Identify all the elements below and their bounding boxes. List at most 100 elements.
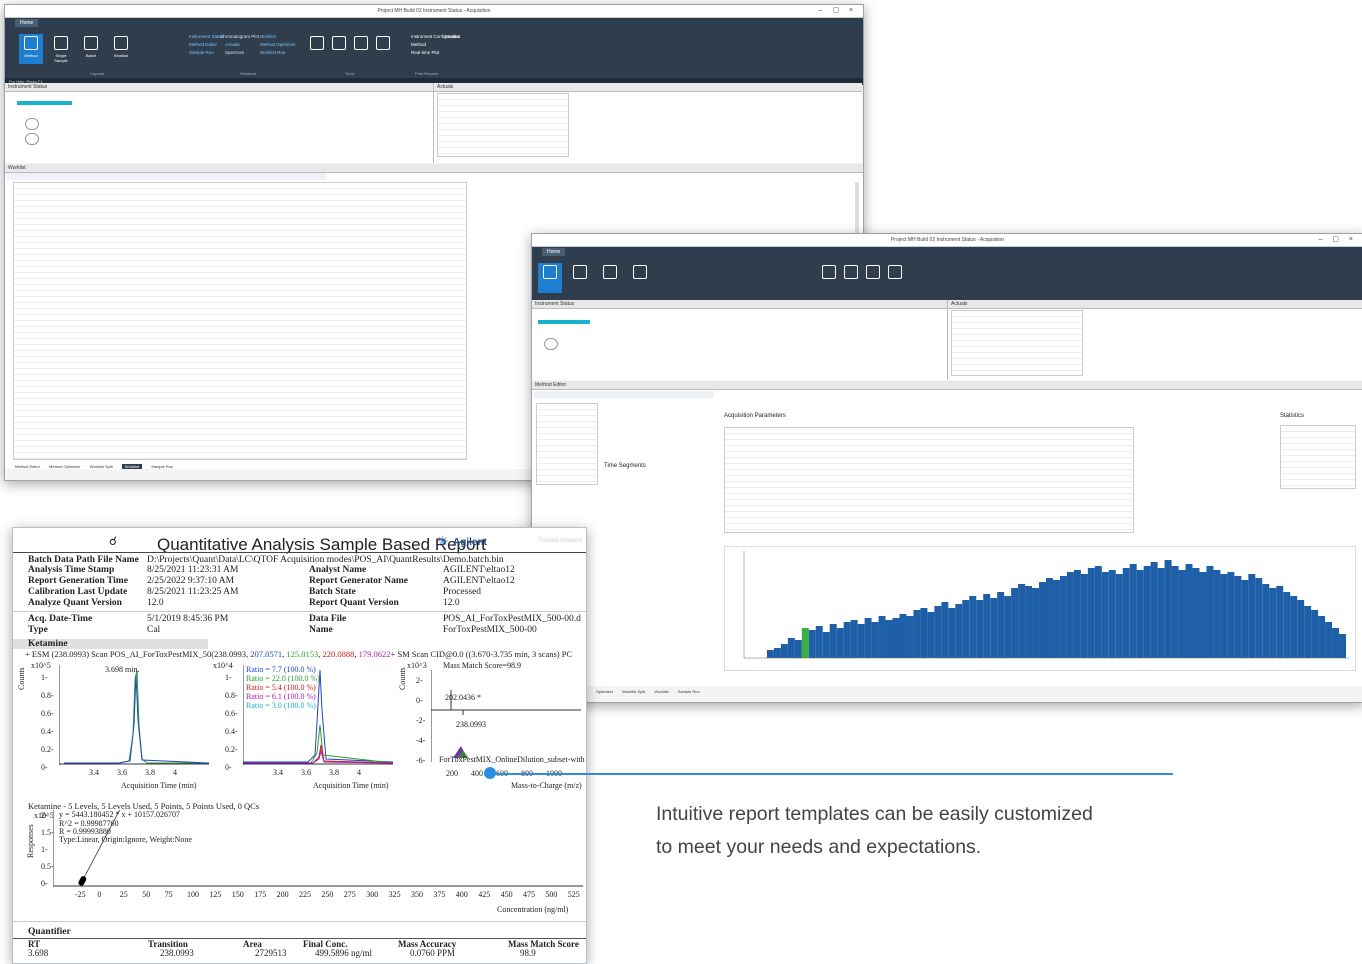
link-method-optimizer[interactable]: Method Optimizer [260,42,296,47]
link-method[interactable]: Method [411,42,426,47]
chrom2-y-tick: 1- [225,673,232,682]
histogram-bar [934,606,942,658]
histogram-bar [1192,568,1200,658]
histogram-bar [1332,628,1340,658]
cal-x-tick: 0 [97,890,102,899]
device-config-button[interactable] [327,34,351,64]
callout-dot [484,767,496,779]
histogram-bar [815,626,823,658]
datafile-key: Data File [309,614,347,624]
method-button-2[interactable] [538,263,562,293]
report-gen-time-value: 2/25/2022 9:37:10 AM [147,576,235,586]
ratio-label: Ratio = 7.7 (100.0 %) [246,665,316,674]
link-realtime-plot[interactable]: Real-time Plot [411,50,439,55]
link-monitor[interactable]: Monitor [445,34,460,39]
analysis-time-key: Analysis Time Stamp [28,565,115,575]
method-icon [24,36,38,50]
single-sample-button[interactable]: Single Sample [49,34,73,64]
tab-worklist-split[interactable]: Worklist Split [90,464,113,469]
single-sample-button-2[interactable] [568,263,592,293]
tab-sample-run[interactable]: Sample Run [151,464,173,469]
worklist-button[interactable]: Worklist [109,34,133,64]
worklist-button-2[interactable] [628,263,652,293]
title-rule [13,552,586,553]
instrument-status-header-2: Instrument Status [532,300,947,309]
instrument-status-panel-2: Instrument Status [532,300,948,380]
histogram-bar [1052,580,1060,658]
link-worklist-run[interactable]: Worklist Run [260,50,285,55]
audit-trail-button[interactable] [371,34,395,64]
chromatogram-1 [59,665,209,765]
link-spectrum[interactable]: Spectrum [225,50,244,55]
header-rule [13,611,586,612]
link-actuals[interactable]: Actuals [225,42,240,47]
spec-tag: ForToxPestMIX_OnlineDilution_subset-with [439,755,585,764]
histogram-bar [780,644,788,658]
link-worklist[interactable]: Worklist [260,34,276,39]
tab2-worklist[interactable]: Worklist [654,689,668,694]
type-value: Cal [147,625,161,635]
group-layouts: Layouts [90,71,105,76]
window-controls[interactable]: – ▢ × [819,5,857,17]
instrument-status-bar [17,101,72,105]
histogram-bar [864,618,872,658]
chrom1-x-tick: 3.4 [89,768,99,777]
spec-x-tick: 400 [471,769,483,778]
tab2-optimizer[interactable]: Optimizer [596,689,613,694]
tab-method-editor[interactable]: Method Editor [15,464,40,469]
cal-x-tick: 225 [299,890,311,899]
link-method-editor[interactable]: Method Editor [189,42,217,47]
method-icon-2 [543,265,557,279]
single-sample-label: Single Sample [54,53,68,63]
histogram-bar [1101,572,1109,658]
chrom1-peak-label: 3.698 min. [105,665,140,674]
tab2-sample-run[interactable]: Sample Run [678,689,700,694]
tab2-worklist-split[interactable]: Worklist Split [622,689,645,694]
histogram-bar [955,604,963,658]
cal-x-tick: 375 [433,890,446,899]
chrom1-exponent: x10^5 [31,661,51,670]
datafile-value: POS_AI_ForToxPestMIX_500-00.d [443,614,581,624]
chrom2-y-tick: 0- [225,763,232,772]
quant-cell: 3.698 [28,948,49,958]
caption: Intuitive report templates can be easily… [656,798,1176,864]
batch-button[interactable]: Batch [79,34,103,64]
column-setup-button-2[interactable] [817,263,841,293]
tab-method-optimizer[interactable]: Method Optimizer [49,464,81,469]
method-editor-toolbar[interactable] [534,391,714,398]
chrom1-y-tick: 0.4- [41,727,54,736]
tab-worklist[interactable]: Worklist [121,464,143,469]
window2-controls[interactable]: – ▢ × [1319,234,1357,246]
activity-log-button[interactable] [349,34,373,64]
worklist-toolbar[interactable] [7,173,327,180]
column-icon-2 [822,265,836,279]
batch-button-2[interactable] [598,263,622,293]
method-tree[interactable] [536,403,598,485]
link-instrument-status[interactable]: Instrument Status [189,34,224,39]
device-config-button-2[interactable] [839,263,863,293]
spec-peak-1: 202.0436 * [445,693,481,702]
chrom2-x-tick: 3.8 [329,768,339,777]
cal-y-tick: 0- [41,879,48,888]
chrom1-y-tick: 0.8- [41,691,54,700]
worklist-header: Worklist [5,164,863,173]
activity-log-button-2[interactable] [861,263,885,293]
method-button[interactable]: Method [19,34,43,64]
scan-description: + ESM (238.0993) Scan POS_AI_ForToxPestM… [25,649,573,659]
link-chromatogram-plot[interactable]: Chromatogram Plot [220,34,259,39]
tab-home[interactable]: Home [15,19,39,27]
acq-datetime-value: 5/1/2019 8:45:36 PM [147,614,229,624]
single-sample-icon [54,36,68,50]
tab2-home[interactable]: Home [542,248,566,256]
acq-params-table[interactable] [724,427,1134,533]
histogram-bar [1255,578,1263,658]
link-sample-run[interactable]: Sample Run [189,50,214,55]
callout-line [490,773,1173,775]
histogram-bar [1087,568,1095,658]
worklist-table[interactable] [13,182,467,460]
analyze-version-key: Analyze Quant Version [28,598,122,608]
audit-trail-button-2[interactable] [883,263,907,293]
chrom1-x-tick: 4 [173,768,177,777]
chrom2-y-tick: 0.4- [225,727,238,736]
column-setup-button[interactable] [305,34,329,64]
